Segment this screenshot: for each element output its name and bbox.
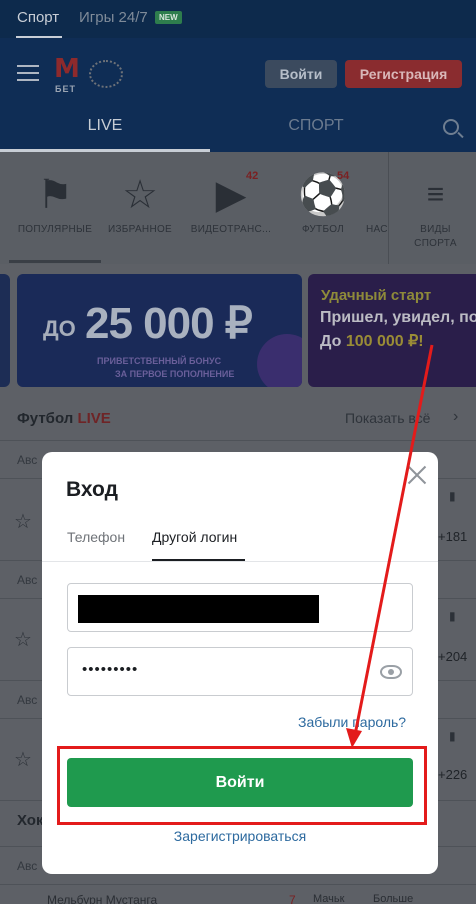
favorite-star-icon[interactable]: ☆ xyxy=(14,747,32,772)
market-header: Мачьк xyxy=(313,893,345,904)
team-name: Мельбурн Мустанга xyxy=(47,893,158,904)
redacted-value xyxy=(78,595,319,623)
modal-title: Вход xyxy=(66,478,118,501)
odds-more[interactable]: +181 xyxy=(438,529,467,544)
promo-carousel: ДО 25 000 ₽ ПРИВЕТСТВЕННЫЙ БОНУС ЗА ПЕРВ… xyxy=(0,264,476,400)
register-link: Зарегистрироваться xyxy=(42,828,438,844)
banner-title: Удачный старт xyxy=(321,287,432,304)
tab-live[interactable]: LIVE xyxy=(0,106,210,152)
top-nav: Спорт Игры 24/7 NEW xyxy=(0,0,476,38)
promo-banner-welcome[interactable]: ДО 25 000 ₽ ПРИВЕТСТВЕННЫЙ БОНУС ЗА ПЕРВ… xyxy=(17,274,302,387)
tab-phone[interactable]: Телефон xyxy=(67,529,125,545)
category-count: 54 xyxy=(337,170,350,182)
close-icon[interactable] xyxy=(404,462,430,488)
category-label: СПОРТА xyxy=(414,238,457,249)
category-selected-underline xyxy=(9,260,101,263)
banner-decor xyxy=(257,334,302,387)
tab-games[interactable]: Игры 24/7 xyxy=(79,9,148,26)
register-link-text[interactable]: Зарегистрироваться xyxy=(174,828,306,844)
site-header: M БЕТ Войти Регистрация xyxy=(0,38,476,106)
eye-icon[interactable] xyxy=(380,665,402,679)
market-header: Больше xyxy=(373,893,414,904)
banner-text: Пришел, увидел, по xyxy=(320,309,476,326)
award-emblem-icon xyxy=(89,60,123,88)
category-partial[interactable]: НАС xyxy=(362,152,388,264)
tab-active-underline xyxy=(152,559,245,561)
stats-icon[interactable]: ▮ xyxy=(449,489,456,503)
show-all-link[interactable]: Показать всё xyxy=(345,410,430,426)
banner-text: До 100 000 ₽! xyxy=(320,333,424,350)
new-badge: NEW xyxy=(155,11,182,24)
stats-icon[interactable]: ▮ xyxy=(449,729,456,743)
category-label: ИЗБРАННОЕ xyxy=(107,224,173,235)
login-input[interactable] xyxy=(67,583,413,632)
main-tabs: LIVE СПОРТ xyxy=(0,106,476,152)
league-label: Авс xyxy=(17,693,38,707)
chevron-right-icon[interactable]: › xyxy=(453,408,458,426)
category-label: НАС xyxy=(366,224,388,235)
league-label: Авс xyxy=(17,859,38,873)
stats-icon[interactable]: ▮ xyxy=(449,609,456,623)
video-camera-icon: ▶ xyxy=(215,173,247,217)
promo-banner-lucky-start[interactable]: Удачный старт Пришел, увидел, по До 100 … xyxy=(308,274,476,387)
section-title: Хок xyxy=(17,812,44,829)
category-divider xyxy=(388,152,389,264)
odds-more[interactable]: +226 xyxy=(438,767,467,782)
star-icon: ☆ xyxy=(122,173,158,217)
banner-subtitle: ПРИВЕТСТВЕННЫЙ БОНУС xyxy=(97,356,222,366)
alphabet-list-icon: ≡ xyxy=(426,178,445,211)
favorite-star-icon[interactable]: ☆ xyxy=(14,509,32,534)
highlight-box xyxy=(57,746,427,825)
forgot-password-link[interactable]: Забыли пароль? xyxy=(298,714,406,730)
search-icon[interactable] xyxy=(443,119,459,135)
banner-prefix: ДО xyxy=(43,316,76,341)
football-live-header: Футбол LIVE Показать всё › xyxy=(0,400,476,440)
password-input[interactable]: ••••••••• xyxy=(67,647,413,696)
odds-more[interactable]: +204 xyxy=(438,649,467,664)
tabs-divider xyxy=(42,561,438,562)
league-label: Авс xyxy=(17,453,38,467)
tab-sport-top[interactable]: Спорт xyxy=(17,9,59,26)
header-register-button[interactable]: Регистрация xyxy=(345,60,462,88)
logo-word: БЕТ xyxy=(55,84,76,94)
tab-other-login[interactable]: Другой логин xyxy=(152,529,237,545)
flag-icon: ⚑ xyxy=(37,173,73,217)
category-football[interactable]: ⚽ 54 ФУТБОЛ xyxy=(290,152,356,264)
category-label: ФУТБОЛ xyxy=(301,224,345,235)
logo-letter[interactable]: M xyxy=(54,54,80,84)
category-label: ВИДЕОТРАНС... xyxy=(190,224,272,235)
category-favorites[interactable]: ☆ ИЗБРАННОЕ xyxy=(101,152,179,264)
category-count: 42 xyxy=(246,170,259,182)
header-login-button[interactable]: Войти xyxy=(265,60,337,88)
hamburger-icon[interactable] xyxy=(17,65,39,82)
category-popular[interactable]: ⚑ ПОПУЛЯРНЫЕ xyxy=(9,152,101,264)
favorite-star-icon[interactable]: ☆ xyxy=(14,627,32,652)
section-title: Футбол LIVE xyxy=(17,410,111,427)
banner-subtitle: ЗА ПЕРВОЕ ПОПОЛНЕНИЕ xyxy=(115,369,235,379)
promo-banner-prev[interactable] xyxy=(0,274,10,387)
category-strip: ⚑ ПОПУЛЯРНЫЕ ☆ ИЗБРАННОЕ ▶ 42 ВИДЕОТРАНС… xyxy=(0,152,476,264)
score: 7 xyxy=(289,893,296,904)
league-label: Авс xyxy=(17,573,38,587)
banner-amount: 25 000 ₽ xyxy=(85,299,253,348)
password-mask: ••••••••• xyxy=(82,661,139,678)
category-video[interactable]: ▶ 42 ВИДЕОТРАНС... xyxy=(183,152,279,264)
category-sports-types[interactable]: ≡ ВИДЫ СПОРТА xyxy=(395,152,476,264)
category-label: ПОПУЛЯРНЫЕ xyxy=(17,224,93,235)
tab-sport[interactable]: СПОРТ xyxy=(210,106,422,152)
category-label: ВИДЫ xyxy=(420,224,451,235)
